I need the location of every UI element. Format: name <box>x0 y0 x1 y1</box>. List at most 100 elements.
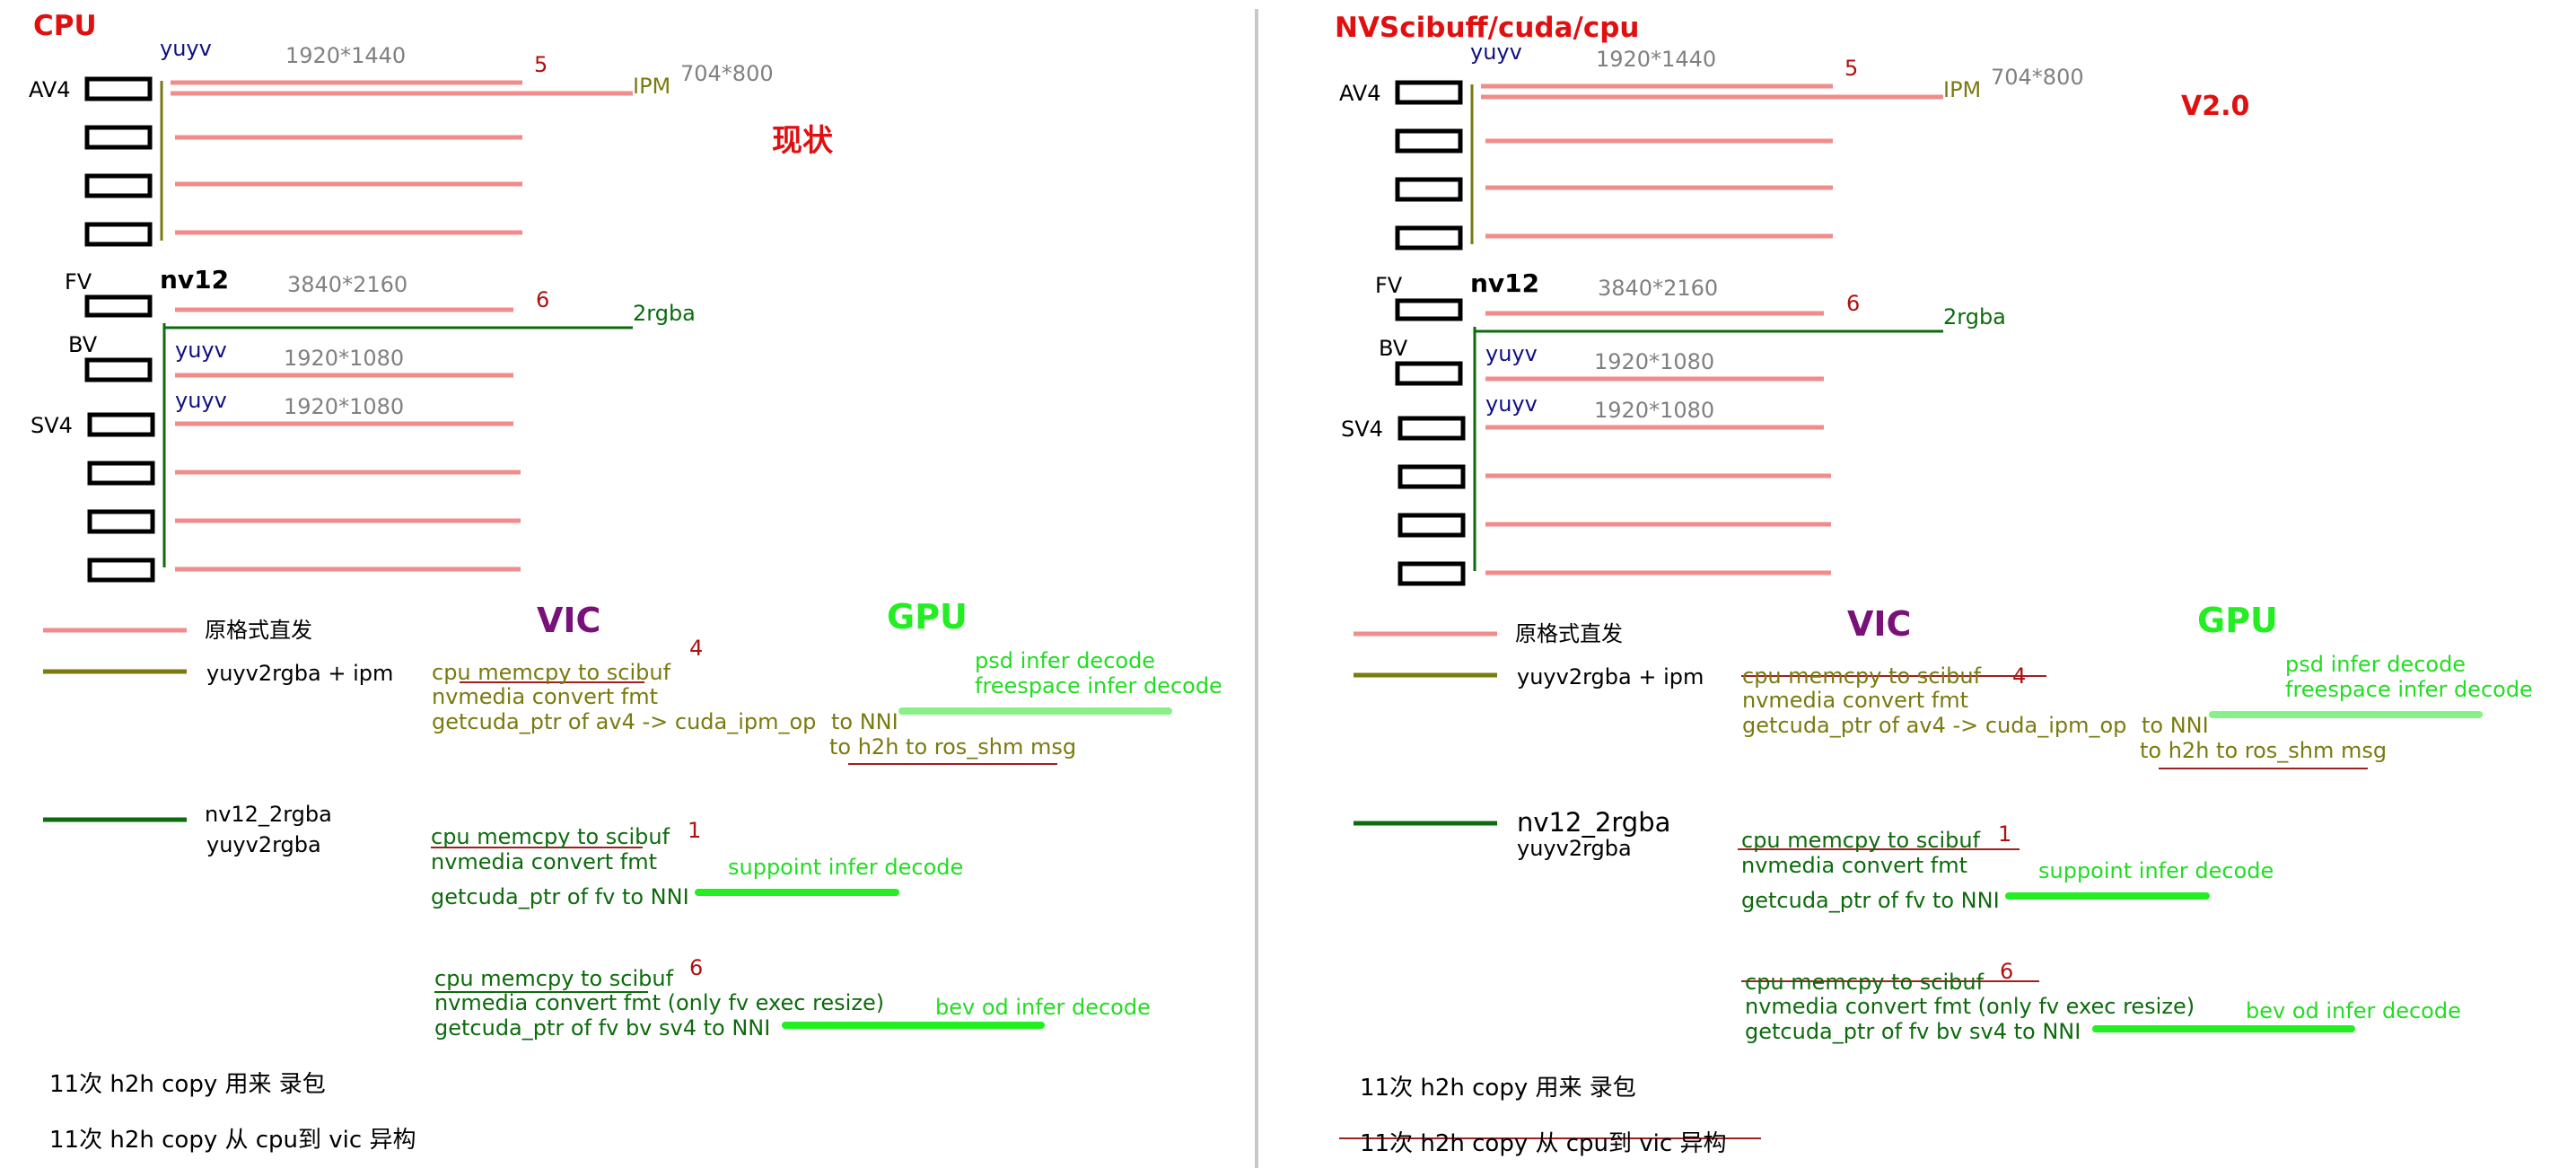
vic-heading: VIC <box>1847 604 1912 644</box>
panel-title: CPU <box>33 10 97 42</box>
block2-num: 1 <box>1998 821 2012 847</box>
ipm-label: IPM <box>633 74 671 99</box>
block2-line1: cpu memcpy to scibuf <box>1741 828 1981 853</box>
rgba-label: 2rgba <box>633 301 696 326</box>
camera-box-sv4-1 <box>1398 416 1466 441</box>
fmt-bv: yuyv <box>1485 341 1538 366</box>
legend-green2: yuyv2rgba <box>206 832 321 857</box>
rgba-label: 2rgba <box>1943 304 2006 329</box>
label-av4: AV4 <box>29 77 71 102</box>
block2-line2: nvmedia convert fmt <box>431 849 657 874</box>
camera-box-av4-1 <box>84 76 153 101</box>
res-av4: 1920*1440 <box>285 43 407 68</box>
camera-box-sv4-4 <box>1398 561 1466 586</box>
res-fv: 3840*2160 <box>1598 276 1719 301</box>
camera-box-av4-3 <box>1395 177 1463 202</box>
camera-box-sv4-3 <box>87 509 155 534</box>
legend-raw: 原格式直发 <box>1515 621 1623 646</box>
fmt-av4: yuyv <box>1470 40 1522 65</box>
gpu-bev: bev od infer decode <box>935 995 1151 1020</box>
ipm-label: IPM <box>1943 77 1982 102</box>
label-sv4: SV4 <box>31 413 73 438</box>
block2-line1: cpu memcpy to scibuf <box>431 824 670 849</box>
legend-olive: yuyv2rgba + ipm <box>1517 664 1704 689</box>
camera-box-av4-4 <box>1395 225 1463 250</box>
block1-line1: cpu memcpy to scibuf <box>432 660 671 685</box>
camera-box-fv <box>84 294 153 318</box>
res-fv: 3840*2160 <box>287 272 408 297</box>
block1-line1: cpu memcpy to scibuf <box>1742 663 1982 689</box>
block3-line1: cpu memcpy to scibuf <box>434 966 674 991</box>
block3-line2: nvmedia convert fmt (only fv exec resize… <box>1745 994 2195 1019</box>
res-av4: 1920*1440 <box>1596 47 1717 72</box>
res-ipm: 704*800 <box>1991 65 2084 90</box>
num-av4: 5 <box>1844 56 1859 81</box>
block3-line3: getcuda_ptr of fv bv sv4 to NNI <box>434 1015 771 1041</box>
res-sv4: 1920*1080 <box>1594 398 1715 423</box>
num-fv: 6 <box>1846 291 1861 316</box>
camera-box-sv4-3 <box>1398 513 1466 538</box>
legend-olive: yuyv2rgba + ipm <box>206 661 394 686</box>
fmt-fv: nv12 <box>1470 268 1540 298</box>
label-fv: FV <box>65 269 92 294</box>
block1-line2: nvmedia convert fmt <box>432 684 658 709</box>
camera-box-av4-3 <box>84 173 153 198</box>
panel-divider <box>1255 9 1258 1168</box>
label-bv: BV <box>1379 336 1408 361</box>
legend-green1: nv12_2rgba <box>205 802 332 827</box>
block3-num: 6 <box>2000 959 2014 984</box>
label-bv: BV <box>68 332 98 357</box>
legend-green1: nv12_2rgba <box>1517 807 1671 838</box>
gpu-freespace: freespace infer decode <box>975 673 1222 698</box>
fmt-fv: nv12 <box>160 265 230 294</box>
block1-num: 4 <box>2012 663 2027 689</box>
block1-line2: nvmedia convert fmt <box>1742 688 1968 713</box>
block3-num: 6 <box>689 955 704 980</box>
res-sv4: 1920*1080 <box>284 394 405 419</box>
label-av4: AV4 <box>1339 81 1381 106</box>
vic-heading: VIC <box>537 601 601 640</box>
gpu-suppoint: suppoint infer decode <box>2038 858 2274 883</box>
block2-line2: nvmedia convert fmt <box>1741 853 1967 878</box>
raw-lines <box>171 80 633 572</box>
block1-num: 4 <box>689 636 704 661</box>
fmt-sv4: yuyv <box>1485 391 1538 417</box>
block1-h2h: to h2h to ros_shm msg <box>829 734 1077 760</box>
block2-num: 1 <box>688 818 702 843</box>
camera-box-sv4-4 <box>87 558 155 583</box>
status-label: V2.0 <box>2181 91 2250 122</box>
gpu-heading: GPU <box>2197 601 2278 640</box>
camera-box-av4-2 <box>84 125 153 150</box>
block3-line1: cpu memcpy to scibuf <box>1745 970 1985 995</box>
camera-box-bv <box>1395 361 1463 386</box>
gpu-psd: psd infer decode <box>2285 652 2466 677</box>
camera-box-av4-1 <box>1395 80 1463 105</box>
gpu-freespace: freespace infer decode <box>2285 677 2533 702</box>
block3-line2: nvmedia convert fmt (only fv exec resize… <box>434 990 885 1015</box>
camera-box-fv <box>1395 298 1463 321</box>
block1-to-nni: to NNI <box>2142 713 2209 738</box>
raw-lines <box>1481 83 1943 575</box>
camera-box-sv4-2 <box>87 461 155 486</box>
camera-box-av4-2 <box>1395 128 1463 154</box>
note-2: 11次 h2h copy 从 cpu到 vic 异构 <box>1360 1130 1727 1157</box>
gpu-bev: bev od infer decode <box>2246 998 2461 1023</box>
block2-line3: getcuda_ptr of fv to NNI <box>431 884 689 909</box>
block1-to-nni: to NNI <box>831 709 898 734</box>
label-sv4: SV4 <box>1341 417 1383 442</box>
camera-box-bv <box>84 357 153 382</box>
gpu-suppoint: suppoint infer decode <box>728 855 964 880</box>
panel-current-cpu: CPU 现状 AV4 yuyv 1920*1440 5 IPM 704*800 … <box>0 0 1257 1168</box>
res-bv: 1920*1080 <box>284 346 405 371</box>
camera-box-sv4-1 <box>87 412 155 437</box>
res-ipm: 704*800 <box>680 61 774 86</box>
block1-h2h: to h2h to ros_shm msg <box>2140 738 2388 763</box>
note-1: 11次 h2h copy 用来 录包 <box>1360 1075 1636 1102</box>
block2-line3: getcuda_ptr of fv to NNI <box>1741 888 2000 913</box>
block1-line3: getcuda_ptr of av4 -> cuda_ipm_op <box>1742 713 2127 738</box>
panel-v2: NVScibuff/cuda/cpu V2.0 AV4 yuyv 1920*14… <box>1310 0 2567 1168</box>
legend-raw: 原格式直发 <box>205 618 312 643</box>
fmt-bv: yuyv <box>175 338 227 363</box>
block3-line3: getcuda_ptr of fv bv sv4 to NNI <box>1745 1019 2081 1044</box>
num-fv: 6 <box>536 287 550 312</box>
